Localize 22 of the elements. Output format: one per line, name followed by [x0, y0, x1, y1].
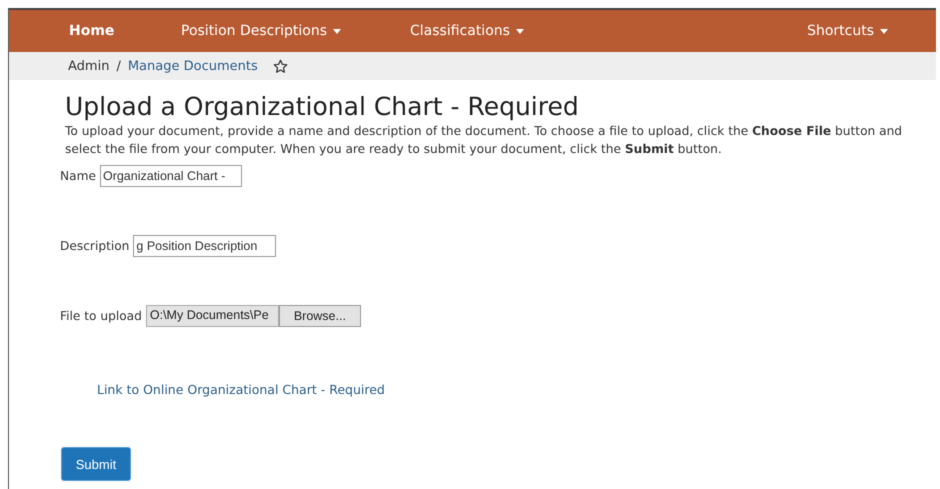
nav-link[interactable]: Home [69, 23, 181, 39]
browse-button[interactable]: Browse... [278, 305, 361, 327]
field-label: Name [60, 169, 96, 183]
file-path-field[interactable]: O:\My Documents\Pe [146, 305, 279, 327]
breadcrumb-item: Admin [68, 58, 110, 74]
input-field[interactable]: Organizational Chart - [100, 165, 242, 187]
nav-link[interactable]: Shortcuts [807, 23, 888, 39]
breadcrumb-separator: / [116, 58, 121, 74]
nav-link[interactable]: Classifications [410, 23, 524, 39]
star-icon[interactable] [272, 58, 288, 74]
online-chart-link[interactable]: Link to Online Organizational Chart - Required [97, 382, 385, 397]
page-title: Upload a Organizational Chart - Required [65, 92, 580, 122]
breadcrumb-link[interactable]: Manage Documents [128, 58, 258, 74]
field-label: File to upload [60, 309, 142, 323]
submit-button[interactable]: Submit [61, 447, 131, 481]
field-label: Description [60, 239, 130, 253]
nav-link[interactable]: Position Descriptions [181, 23, 410, 39]
caret-icon [880, 28, 888, 34]
input-field[interactable]: g Position Description [133, 235, 276, 257]
caret-icon [516, 28, 524, 34]
caret-icon [333, 28, 341, 34]
instructions-text: To upload your document, provide a name and description of the document. To choose a file to upload, click the Choose File button and select the file from your computer. When you are ready to submit your document, click the Submit button. [65, 123, 904, 158]
